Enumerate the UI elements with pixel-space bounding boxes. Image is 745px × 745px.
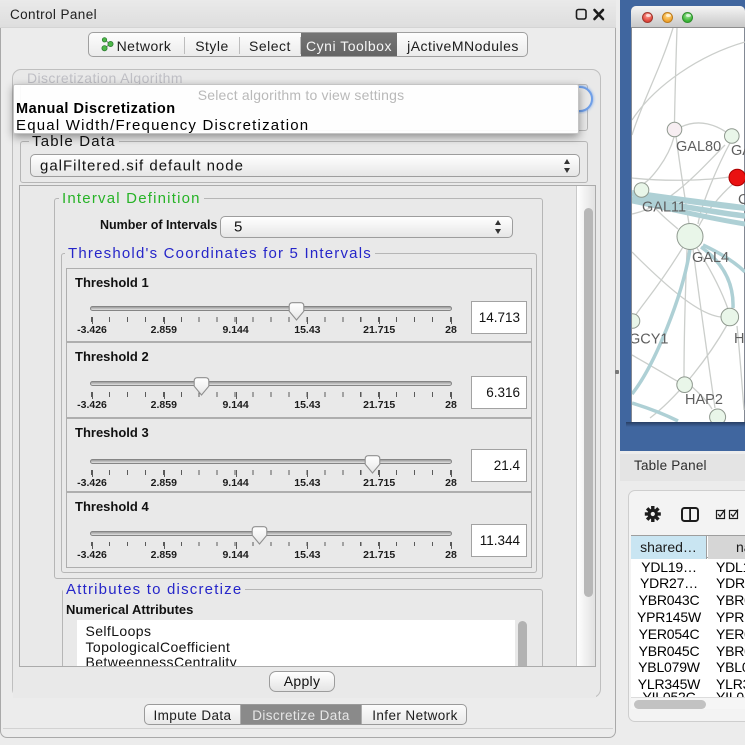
svg-text:C: C <box>738 192 745 208</box>
svg-text:GA: GA <box>731 143 745 159</box>
svg-text:GAL11: GAL11 <box>642 200 686 216</box>
svg-text:GAL80: GAL80 <box>676 139 721 155</box>
svg-text:H: H <box>734 331 744 347</box>
svg-text:GAL4: GAL4 <box>692 250 729 266</box>
svg-text:GCY1: GCY1 <box>632 332 669 348</box>
svg-text:HAP2: HAP2 <box>685 392 723 408</box>
